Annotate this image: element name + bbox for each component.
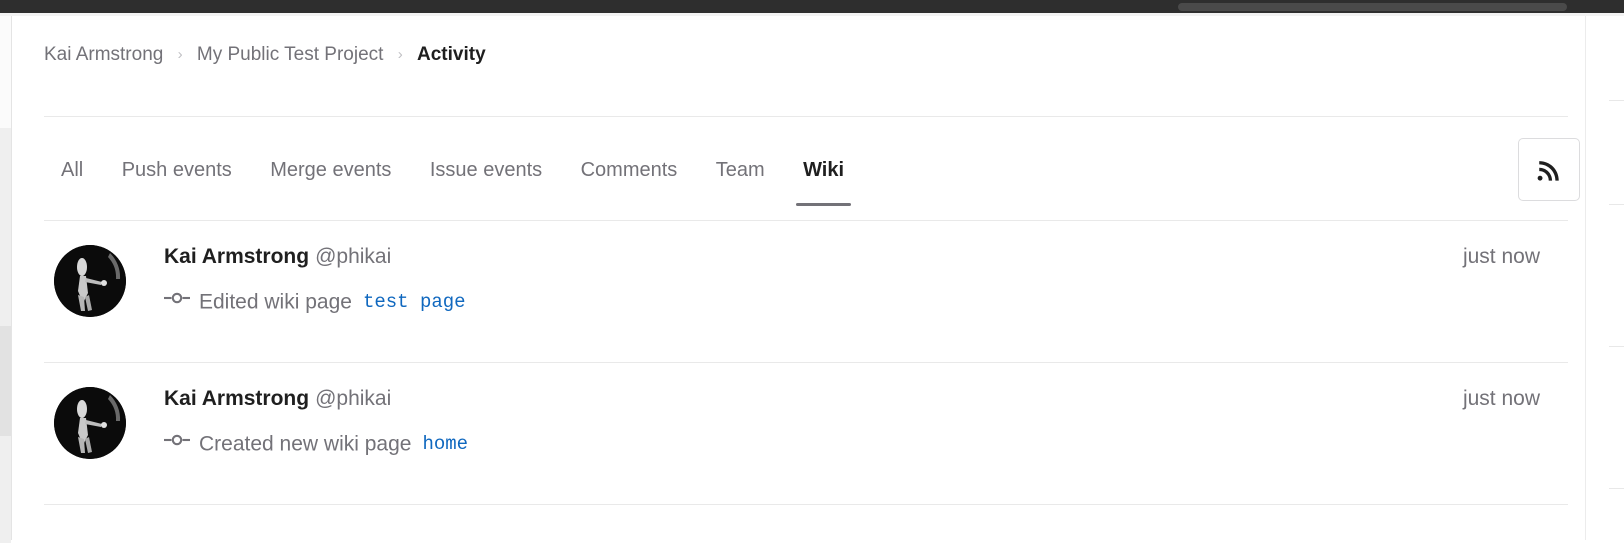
tab-push-events[interactable]: Push events <box>105 134 249 206</box>
breadcrumb: Kai Armstrong › My Public Test Project ›… <box>44 42 486 69</box>
page-container: Kai Armstrong › My Public Test Project ›… <box>11 16 1624 540</box>
activity-event: Kai Armstrong @phikai Edited wiki page tes… <box>44 221 1568 363</box>
event-target-link[interactable]: test page <box>363 291 466 313</box>
event-author-name[interactable]: Kai Armstrong <box>164 245 309 268</box>
adjacent-column-sliver <box>1609 16 1624 540</box>
horizontal-scrollbar-thumb[interactable] <box>1178 3 1567 11</box>
breadcrumb-separator-icon: › <box>397 46 403 63</box>
tab-issue-events[interactable]: Issue events <box>413 134 559 206</box>
tab-team[interactable]: Team <box>699 134 782 206</box>
sliver-rule <box>1609 204 1624 205</box>
event-action-text: Created new wiki page <box>199 432 412 456</box>
rss-feed-button[interactable] <box>1518 138 1580 201</box>
commit-icon <box>164 282 190 320</box>
event-author-line: Kai Armstrong @phikai <box>164 239 466 275</box>
avatar[interactable] <box>54 245 126 317</box>
event-author-line: Kai Armstrong @phikai <box>164 381 468 417</box>
event-timestamp: just now <box>1462 245 1540 268</box>
breadcrumb-item-project[interactable]: My Public Test Project <box>197 44 384 65</box>
event-action-text: Edited wiki page <box>199 290 352 314</box>
event-action-line: Created new wiki page home <box>164 425 468 463</box>
tab-all[interactable]: All <box>44 134 100 206</box>
event-divider <box>44 504 1568 505</box>
sliver-rule <box>1609 100 1624 101</box>
activity-content: Kai Armstrong › My Public Test Project ›… <box>12 16 1586 540</box>
commit-icon <box>164 424 190 462</box>
vertical-scrollbar[interactable] <box>0 16 11 543</box>
breadcrumb-item-current: Activity <box>417 44 486 65</box>
breadcrumb-divider <box>44 116 1568 117</box>
vertical-scrollbar-thumb[interactable] <box>0 326 11 436</box>
event-timestamp: just now <box>1462 387 1540 410</box>
sliver-rule <box>1609 488 1624 489</box>
sliver-rule <box>1609 346 1624 347</box>
tab-wiki[interactable]: Wiki <box>786 134 861 206</box>
event-target-link[interactable]: home <box>422 433 468 455</box>
tab-merge-events[interactable]: Merge events <box>253 134 408 206</box>
breadcrumb-separator-icon: › <box>177 46 183 63</box>
activity-tabs: All Push events Merge events Issue event… <box>44 134 861 218</box>
tab-comments[interactable]: Comments <box>564 134 695 206</box>
event-author-name[interactable]: Kai Armstrong <box>164 387 309 410</box>
event-author-handle[interactable]: @phikai <box>315 387 391 410</box>
event-body: Kai Armstrong @phikai Edited wiki page tes… <box>164 239 466 321</box>
event-action-line: Edited wiki page test page <box>164 283 466 321</box>
activity-event: Kai Armstrong @phikai Created new wiki pa… <box>44 363 1568 505</box>
avatar[interactable] <box>54 387 126 459</box>
browser-chrome-bar <box>0 0 1624 13</box>
event-author-handle[interactable]: @phikai <box>315 245 391 268</box>
breadcrumb-item-user[interactable]: Kai Armstrong <box>44 44 163 65</box>
event-body: Kai Armstrong @phikai Created new wiki pa… <box>164 381 468 463</box>
